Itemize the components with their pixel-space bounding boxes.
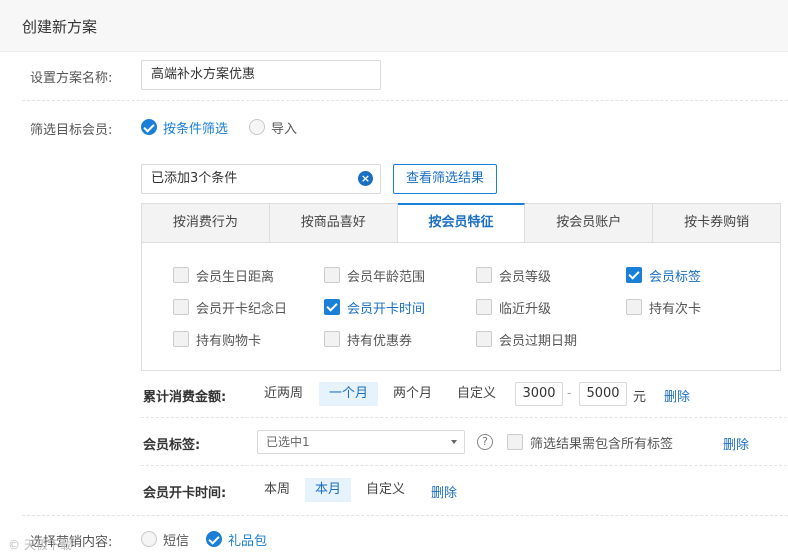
page-header: 创建新方案 xyxy=(0,0,788,52)
delete-open-time-link[interactable]: 删除 xyxy=(431,482,457,501)
checkbox-unchecked-icon xyxy=(476,331,492,347)
select-value: 已选中1 xyxy=(266,435,310,449)
checkbox-unchecked-icon xyxy=(173,267,189,283)
checkbox-coupon[interactable]: 持有优惠券 xyxy=(324,330,413,349)
checkbox-include-all-tags[interactable]: 筛选结果需包含所有标签 xyxy=(507,433,674,452)
radio-label: 按条件筛选 xyxy=(163,121,229,137)
checkbox-label: 持有次卡 xyxy=(649,301,702,317)
help-icon[interactable]: ? xyxy=(477,434,493,450)
checkbox-expiry-date[interactable]: 会员过期日期 xyxy=(476,330,578,349)
checkbox-open-anniversary[interactable]: 会员开卡纪念日 xyxy=(173,298,288,317)
open-time-label: 会员开卡时间: xyxy=(143,486,227,501)
checkbox-unchecked-icon xyxy=(476,299,492,315)
radio-gift-pack[interactable]: 礼品包 xyxy=(206,529,267,549)
divider xyxy=(141,417,787,418)
range-separator: - xyxy=(567,386,572,401)
checkbox-label: 会员生日距离 xyxy=(196,269,275,285)
divider xyxy=(141,465,787,466)
features-panel: 会员生日距离 会员年龄范围 会员等级 会员标签 会员开卡纪念日 会员开卡时间 临… xyxy=(141,242,781,371)
criteria-tabs: 按消费行为 按商品喜好 按会员特征 按会员账户 按卡券购销 xyxy=(141,203,781,244)
caret-down-icon xyxy=(451,440,457,444)
checkbox-times-card[interactable]: 持有次卡 xyxy=(626,298,702,317)
checkbox-shopping-card[interactable]: 持有购物卡 xyxy=(173,330,262,349)
spending-min-input[interactable]: 3000 xyxy=(515,382,563,406)
checkbox-label: 会员开卡时间 xyxy=(347,301,426,317)
checkbox-unchecked-icon xyxy=(173,331,189,347)
tab-card-coupon[interactable]: 按卡券购销 xyxy=(653,204,780,243)
radio-label: 短信 xyxy=(163,533,190,549)
checkbox-member-tag[interactable]: 会员标签 xyxy=(626,266,702,285)
currency-unit: 元 xyxy=(633,390,647,405)
divider xyxy=(22,100,788,101)
checkbox-unchecked-icon xyxy=(324,267,340,283)
option-two-weeks[interactable]: 近两周 xyxy=(254,382,313,406)
checkbox-checked-icon xyxy=(324,299,340,315)
checkbox-unchecked-icon xyxy=(476,267,492,283)
radio-checked-icon xyxy=(206,531,222,547)
tab-member-account[interactable]: 按会员账户 xyxy=(525,204,654,243)
checkbox-unchecked-icon xyxy=(173,299,189,315)
option-one-month[interactable]: 一个月 xyxy=(319,382,379,406)
radio-label: 礼品包 xyxy=(228,533,268,549)
delete-tag-link[interactable]: 删除 xyxy=(723,434,749,453)
checkbox-label: 持有优惠券 xyxy=(347,333,413,349)
option-custom-time[interactable]: 自定义 xyxy=(356,478,415,502)
checkbox-near-upgrade[interactable]: 临近升级 xyxy=(476,298,552,317)
spending-max-input[interactable]: 5000 xyxy=(579,382,627,406)
checkbox-label: 会员年龄范围 xyxy=(347,269,426,285)
radio-unchecked-icon xyxy=(141,531,157,547)
checkbox-member-level[interactable]: 会员等级 xyxy=(476,266,552,285)
checkbox-unchecked-icon xyxy=(507,434,523,450)
tab-member-features[interactable]: 按会员特征 xyxy=(397,203,526,244)
option-custom[interactable]: 自定义 xyxy=(447,382,506,406)
clear-icon[interactable]: × xyxy=(358,171,373,186)
plan-name-label: 设置方案名称: xyxy=(30,71,113,86)
radio-import[interactable]: 导入 xyxy=(249,117,297,137)
divider xyxy=(22,515,788,516)
option-this-month[interactable]: 本月 xyxy=(305,478,352,502)
checkbox-label: 临近升级 xyxy=(499,301,552,317)
watermark: © 天极下载 xyxy=(8,538,72,552)
plan-name-input[interactable]: 高端补水方案优惠 xyxy=(141,60,381,90)
checkbox-label: 持有购物卡 xyxy=(196,333,262,349)
radio-label: 导入 xyxy=(271,121,298,137)
checkbox-label: 会员开卡纪念日 xyxy=(196,301,288,317)
conditions-summary-field[interactable]: 已添加3个条件 xyxy=(141,164,381,194)
checkbox-label: 会员标签 xyxy=(649,269,702,285)
checkbox-open-time[interactable]: 会员开卡时间 xyxy=(324,298,426,317)
checkbox-label: 会员过期日期 xyxy=(499,333,578,349)
checkbox-unchecked-icon xyxy=(626,299,642,315)
member-tag-label: 会员标签: xyxy=(143,438,201,453)
checkbox-birthday-distance[interactable]: 会员生日距离 xyxy=(173,266,275,285)
conditions-summary-text: 已添加3个条件 xyxy=(151,171,238,186)
option-this-week[interactable]: 本周 xyxy=(254,478,300,502)
option-two-months[interactable]: 两个月 xyxy=(383,382,442,406)
target-members-label: 筛选目标会员: xyxy=(30,123,113,138)
radio-checked-icon xyxy=(141,119,157,135)
checkbox-unchecked-icon xyxy=(324,331,340,347)
member-tag-select[interactable]: 已选中1 xyxy=(257,430,465,454)
page-title: 创建新方案 xyxy=(22,18,98,36)
radio-filter-by-condition[interactable]: 按条件筛选 xyxy=(141,117,228,137)
checkbox-label: 筛选结果需包含所有标签 xyxy=(530,436,674,452)
delete-spending-link[interactable]: 删除 xyxy=(664,386,690,405)
checkbox-checked-icon xyxy=(626,267,642,283)
tab-product-preference[interactable]: 按商品喜好 xyxy=(270,204,398,243)
checkbox-label: 会员等级 xyxy=(499,269,552,285)
tab-consumption[interactable]: 按消费行为 xyxy=(142,204,270,243)
radio-unchecked-icon xyxy=(249,119,265,135)
view-results-button[interactable]: 查看筛选结果 xyxy=(393,164,498,194)
checkbox-age-range[interactable]: 会员年龄范围 xyxy=(324,266,426,285)
spending-label: 累计消费金额: xyxy=(143,390,227,405)
radio-sms[interactable]: 短信 xyxy=(141,529,189,549)
